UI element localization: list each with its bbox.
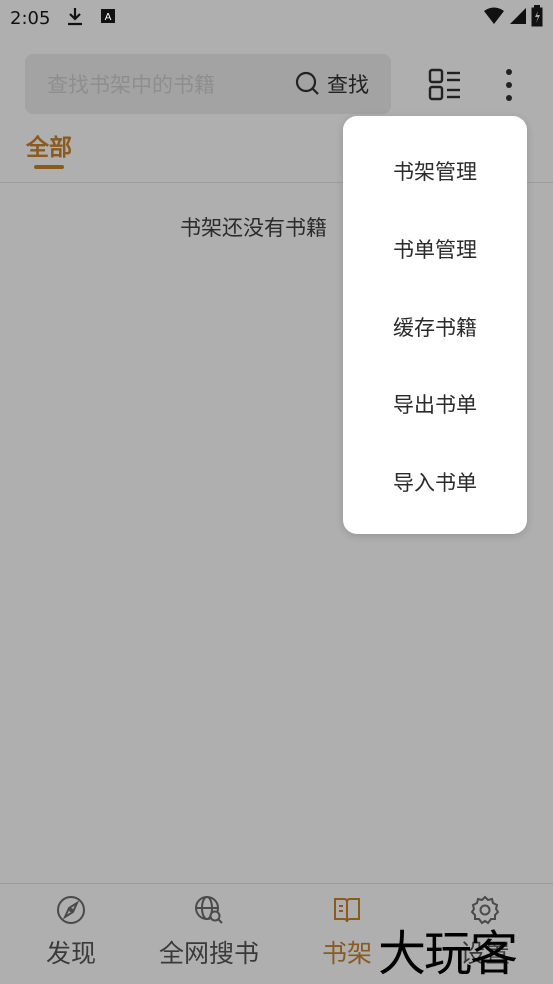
empty-shelf-message: 书架还没有书籍 (180, 216, 327, 240)
nav-discover[interactable]: 发现 (11, 894, 131, 970)
watermark: 大玩客 (378, 926, 518, 982)
search-button-label: 查找 (327, 73, 369, 97)
popup-menu: 书架管理 书单管理 缓存书籍 导出书单 导入书单 (343, 116, 527, 534)
svg-text:A: A (105, 12, 112, 23)
search-icon (295, 71, 319, 95)
cellular-signal-icon (509, 7, 527, 30)
book-icon (334, 898, 360, 923)
compass-icon (57, 896, 85, 924)
nav-label: 发现 (45, 939, 96, 968)
menu-item-booklist-manage[interactable]: 书单管理 (343, 234, 527, 264)
menu-item-export-booklist[interactable]: 导出书单 (343, 389, 527, 419)
status-time: 2:05 (10, 7, 51, 29)
search-placeholder: 查找书架中的书籍 (47, 73, 215, 97)
globe-search-icon (195, 896, 223, 924)
tab-all[interactable]: 全部 (26, 128, 72, 162)
menu-item-import-booklist[interactable]: 导入书单 (343, 467, 527, 497)
search-input[interactable]: 查找书架中的书籍 查找 (25, 54, 391, 114)
tab-indicator (34, 165, 64, 169)
menu-item-bookshelf-manage[interactable]: 书架管理 (343, 156, 527, 186)
more-options-button[interactable] (498, 67, 520, 103)
nav-label: 全网搜书 (158, 939, 259, 968)
grid-list-icon (428, 68, 460, 101)
notification-app-icon: A (100, 8, 116, 28)
layout-toggle-button[interactable] (428, 68, 462, 102)
status-bar: 2:05 A (0, 0, 553, 36)
wifi-icon (483, 7, 505, 30)
download-icon (66, 6, 84, 30)
search-button[interactable]: 查找 (295, 69, 369, 99)
battery-icon (531, 4, 543, 32)
more-vertical-icon (506, 69, 512, 101)
nav-global-search[interactable]: 全网搜书 (149, 894, 269, 970)
menu-item-cache-books[interactable]: 缓存书籍 (343, 312, 527, 342)
